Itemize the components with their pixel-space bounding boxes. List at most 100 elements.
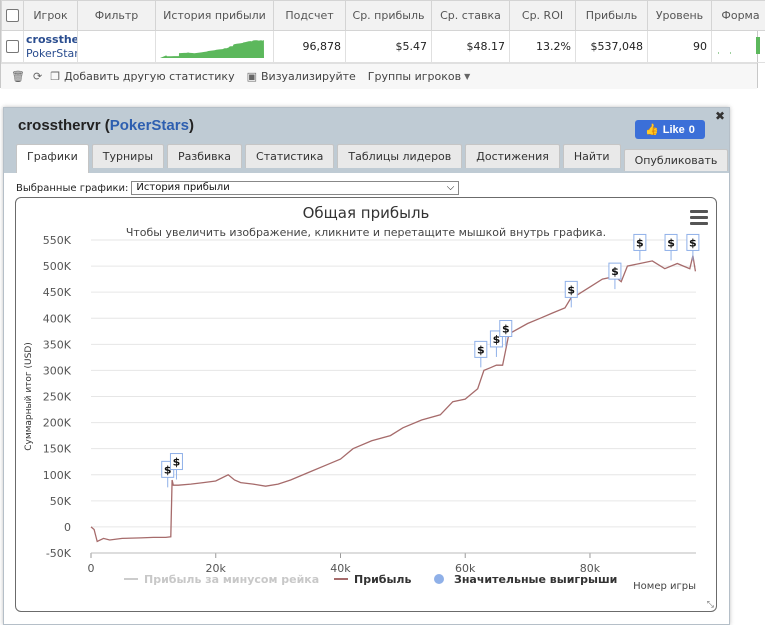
profit-cell: $537,048 xyxy=(575,30,648,63)
stats-header-row: Игрок Фильтр История прибыли Подсчет Ср.… xyxy=(1,0,765,31)
profit-sparkline xyxy=(160,39,264,58)
profit-series-line xyxy=(90,255,697,543)
y-tick-label: 100K xyxy=(43,469,72,482)
chart-subtitle: Чтобы увеличить изображение, кликните и … xyxy=(125,226,607,239)
table-row: crossthervr PokerStars 96,878 $5.47 $48.… xyxy=(1,30,765,63)
col-profit-history[interactable]: История прибыли xyxy=(155,0,274,31)
panel-header: crossthervr (PokerStars) ✖ 👍 Like 0 Граф… xyxy=(4,108,729,173)
big-win-marker: $ xyxy=(474,340,488,368)
tab-tournaments[interactable]: Турниры xyxy=(91,144,165,168)
col-avg-roi[interactable]: Ср. ROI xyxy=(509,0,576,31)
col-profit[interactable]: Прибыль xyxy=(575,0,648,31)
tab-search[interactable]: Найти xyxy=(562,144,621,168)
player-panel: crossthervr (PokerStars) ✖ 👍 Like 0 Граф… xyxy=(3,107,730,625)
charts-select-label: Выбранные графики: xyxy=(16,182,129,194)
x-tick-label: 40k xyxy=(330,562,351,575)
stats-table: Игрок Фильтр История прибыли Подсчет Ср.… xyxy=(1,0,765,63)
refresh-icon[interactable]: ⟳ xyxy=(33,70,42,83)
big-win-marker-label: $ xyxy=(502,323,510,336)
profit-chart[interactable]: -50K 0 50K 100K 150K 200K 250K 300K 350K 400K 450K… xyxy=(15,197,717,612)
player-link[interactable]: crossthervr xyxy=(26,33,77,47)
filter-cell xyxy=(77,30,156,63)
charts-select[interactable]: История прибыли ⌵ xyxy=(131,181,460,195)
sparkline-area xyxy=(160,39,264,58)
image-icon: ▣ xyxy=(246,70,257,83)
big-win-marker-label: $ xyxy=(477,343,485,356)
select-all-checkbox[interactable] xyxy=(1,0,24,31)
resize-handle-icon[interactable]: ⤡ xyxy=(707,600,714,610)
chart-legend: Прибыль за минусом рейка Прибыль Значитель… xyxy=(124,573,617,586)
y-tick-label: 400K xyxy=(43,312,72,325)
like-label: Like xyxy=(662,123,685,136)
panel-title: crossthervr (PokerStars) xyxy=(18,117,194,134)
big-win-marker-label: $ xyxy=(493,333,501,346)
col-player[interactable]: Игрок xyxy=(23,0,78,31)
chart-title: Общая прибыль xyxy=(302,204,430,222)
charts-select-value: История прибыли xyxy=(136,182,230,193)
col-avg-stake[interactable]: Ср. ставка xyxy=(431,0,510,31)
stats-toolbar: 🗑 ⟳ ❐ Добавить другую статистику ▣ Визуа… xyxy=(1,63,757,89)
charts-selector-row: Выбранные графики: История прибыли ⌵ xyxy=(16,181,460,195)
profit-history-cell xyxy=(155,30,274,63)
form-cell xyxy=(711,30,765,63)
y-tick-label: 300K xyxy=(43,364,72,377)
x-tick-label: 0 xyxy=(88,562,95,575)
tab-statistics[interactable]: Статистика xyxy=(245,144,335,168)
player-groups-label: Группы игроков xyxy=(367,70,462,83)
count-cell: 96,878 xyxy=(273,30,346,63)
row-checkbox[interactable] xyxy=(1,30,24,63)
col-avg-profit[interactable]: Ср. прибыль xyxy=(345,0,432,31)
add-window-icon: ❐ xyxy=(50,70,61,83)
site-link[interactable]: PokerStars xyxy=(26,47,77,61)
y-tick-label: 150K xyxy=(43,443,72,456)
panel-site-link[interactable]: PokerStars xyxy=(110,117,189,134)
col-count[interactable]: Подсчет xyxy=(273,0,346,31)
avg-stake-cell: $48.17 xyxy=(431,30,510,63)
legend-marker-swatch xyxy=(434,574,444,584)
form-indicator xyxy=(718,37,760,54)
tab-charts[interactable]: Графики xyxy=(16,144,89,173)
panel-player-name: crossthervr xyxy=(18,117,101,134)
y-tick-label: 200K xyxy=(43,417,72,430)
big-win-marker-label: $ xyxy=(611,265,619,278)
tab-leaderboards[interactable]: Таблицы лидеров xyxy=(337,144,463,168)
y-axis-title: Суммарный итог (USD) xyxy=(24,342,34,451)
chart-gridlines xyxy=(91,239,696,554)
level-cell: 90 xyxy=(647,30,712,63)
stats-table-container: Игрок Фильтр История прибыли Подсчет Ср.… xyxy=(0,0,765,89)
big-win-marker-label: $ xyxy=(173,456,181,469)
y-tick-label: 450K xyxy=(43,286,72,299)
y-tick-label: -50K xyxy=(46,547,72,560)
tab-breakdown[interactable]: Разбивка xyxy=(167,144,243,168)
visualize-button[interactable]: ▣ Визуализируйте xyxy=(247,70,356,83)
tab-publish[interactable]: Опубликовать xyxy=(623,149,729,171)
add-stat-label: Добавить другую статистику xyxy=(64,70,235,83)
chart-canvas[interactable]: -50K 0 50K 100K 150K 200K 250K 300K 350K 400K 450K… xyxy=(16,198,717,612)
close-icon[interactable]: ✖ xyxy=(715,109,725,123)
player-cell: crossthervr PokerStars xyxy=(23,30,78,63)
chevron-down-icon: ⌵ xyxy=(446,182,455,193)
x-axis-title: Номер игры xyxy=(633,581,696,592)
legend-item-label: Прибыль xyxy=(354,573,411,586)
y-tick-label: 0 xyxy=(64,521,71,534)
col-level[interactable]: Уровень xyxy=(647,0,712,31)
like-count: 0 xyxy=(688,123,695,136)
player-groups-dropdown[interactable]: Группы игроков ▼ xyxy=(368,70,470,83)
panel-tabs: Графики Турниры Разбивка Статистика Табл… xyxy=(16,144,729,173)
add-stat-button[interactable]: ❐ Добавить другую статистику xyxy=(50,70,234,83)
avg-roi-cell: 13.2% xyxy=(509,30,576,63)
legend-item-label: Значительные выигрыши xyxy=(454,573,617,586)
facebook-like-button[interactable]: 👍 Like 0 xyxy=(635,120,705,139)
tab-achievements[interactable]: Достижения xyxy=(465,144,560,168)
big-win-marker-label: $ xyxy=(567,283,575,296)
col-filter[interactable]: Фильтр xyxy=(77,0,156,31)
chevron-down-icon: ▼ xyxy=(464,72,471,81)
trash-icon[interactable]: 🗑 xyxy=(11,70,25,83)
hamburger-menu-icon[interactable] xyxy=(690,210,708,228)
big-win-marker: $ xyxy=(608,262,622,290)
thumbs-up-icon: 👍 xyxy=(645,124,659,136)
y-tick-label: 350K xyxy=(43,338,72,351)
col-form[interactable]: Форма xyxy=(711,0,765,31)
y-tick-label: 500K xyxy=(43,260,72,273)
legend-item-label: Прибыль за минусом рейка xyxy=(144,573,319,586)
